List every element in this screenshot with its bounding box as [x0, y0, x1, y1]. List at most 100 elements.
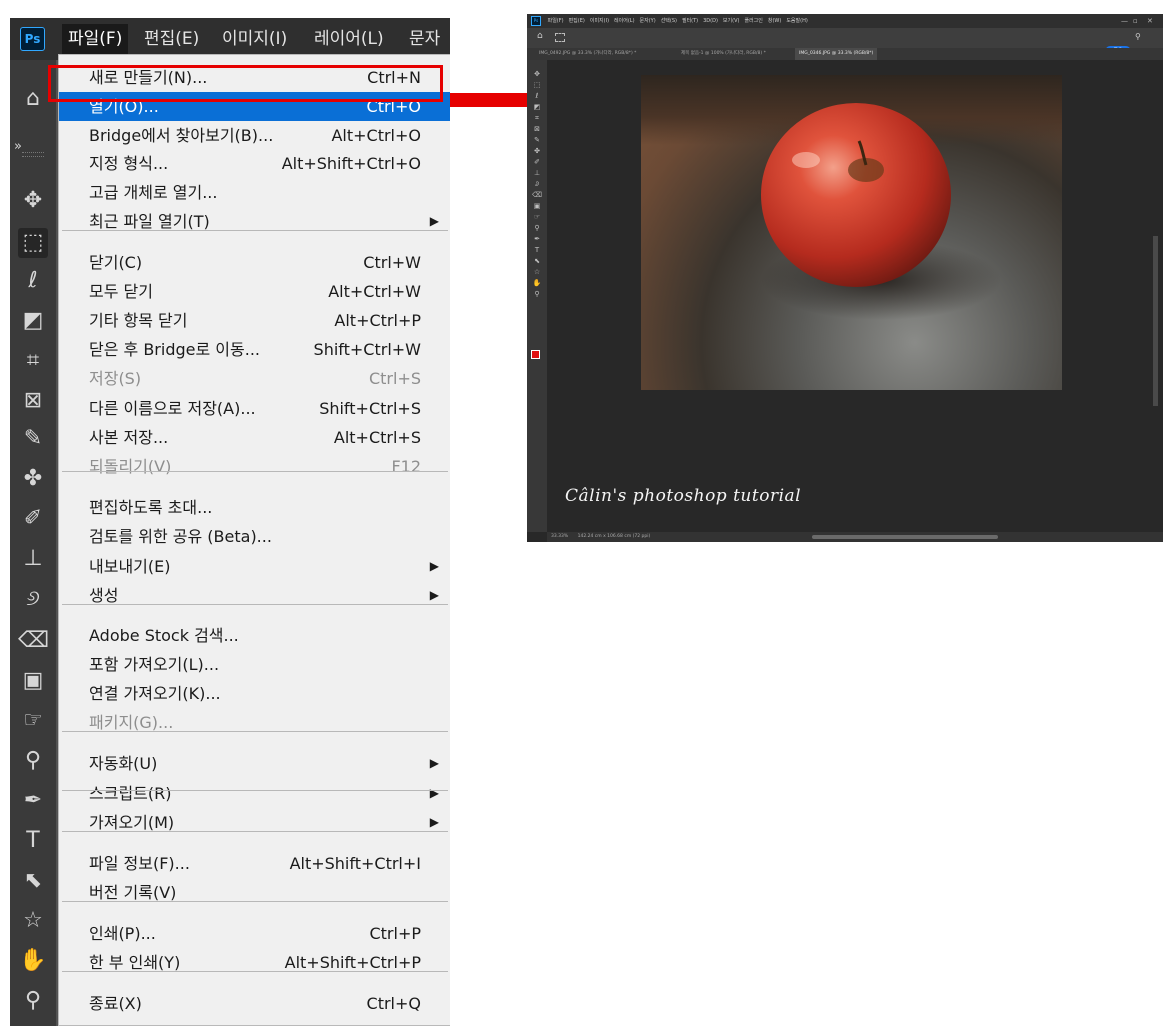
shape-tool-icon[interactable]: ☆ [18, 906, 48, 936]
preview-menu-item[interactable]: 플러그인 [744, 18, 762, 24]
menu-item[interactable]: 스크립트(R) ▶ [59, 779, 450, 808]
preview-tool-icon[interactable]: ✎ [532, 136, 542, 144]
preview-tool-icon[interactable]: ⬚ [532, 81, 542, 89]
menu-item[interactable]: 패키지(G)... [59, 708, 450, 737]
frame-tool-icon[interactable]: ⊠ [18, 386, 48, 416]
menu-item[interactable]: 자동화(U) ▶ [59, 749, 450, 778]
menu-item[interactable]: Bridge에서 찾아보기(B)... Alt+Ctrl+O [59, 121, 450, 150]
preview-tool-icon[interactable]: ℓ [532, 92, 542, 100]
hand-tool-icon[interactable]: ✋ [18, 946, 48, 976]
marquee-tool-icon[interactable]: ⬚ [18, 228, 48, 258]
menu-item[interactable]: 닫기(C) Ctrl+W [59, 248, 450, 277]
preview-tool-icon[interactable]: ୬ [532, 180, 542, 188]
dodge-tool-icon[interactable]: ⚲ [18, 746, 48, 776]
lasso-tool-icon[interactable]: ℓ [18, 266, 48, 296]
tab-img-0346[interactable]: IMG_0346.JPG @ 33.3% (RGB/8*) [795, 48, 878, 60]
object-select-tool-icon[interactable]: ◩ [18, 306, 48, 336]
menu-item[interactable]: 파일 정보(F)... Alt+Shift+Ctrl+I [59, 849, 450, 878]
tab-img-0492[interactable]: IMG_0492.JPG @ 33.3% (가나다라, RGB/8*) * [535, 48, 640, 60]
menu-item[interactable]: 닫은 후 Bridge로 이동... Shift+Ctrl+W [59, 335, 450, 364]
status-zoom[interactable]: 33.33% [551, 534, 568, 539]
preview-search-icon[interactable]: ⚲ [1135, 32, 1141, 41]
menu-file[interactable]: 파일(F) [62, 24, 129, 54]
preview-tool-icon[interactable]: ✥ [532, 70, 542, 78]
preview-tool-icon[interactable]: ⚲ [532, 224, 542, 232]
menu-item[interactable]: 검토를 위한 공유 (Beta)... [59, 522, 450, 551]
preview-tool-icon[interactable]: ▣ [532, 202, 542, 210]
menu-image[interactable]: 이미지(I) [216, 24, 293, 54]
eraser-tool-icon[interactable]: ⌫ [18, 626, 49, 656]
preview-tool-icon[interactable]: ✒ [532, 235, 542, 243]
maximize-icon[interactable]: ▫ [1133, 14, 1138, 28]
preview-menu-item[interactable]: 문자(Y) [640, 18, 656, 24]
menu-layer[interactable]: 레이어(L) [308, 24, 390, 54]
preview-home-icon[interactable]: ⌂ [537, 31, 543, 41]
preview-tool-icon[interactable]: ✋ [532, 279, 542, 287]
healing-brush-tool-icon[interactable]: ✤ [18, 464, 48, 494]
menu-item[interactable]: 되돌리기(V) F12 [59, 452, 450, 481]
minimize-icon[interactable]: — [1121, 14, 1128, 28]
home-icon[interactable]: ⌂ [18, 84, 48, 114]
preview-tool-icon[interactable]: T [532, 246, 542, 254]
expand-icon[interactable]: » [14, 132, 44, 162]
menu-item[interactable]: 생성 ▶ [59, 581, 450, 610]
menu-item[interactable]: 버전 기록(V) [59, 878, 450, 907]
menu-item[interactable]: 편집하도록 초대... [59, 493, 450, 522]
tab-untitled-1[interactable]: 제목 없음-1 @ 100% (가나다라, RGB/8) * [677, 48, 770, 60]
menu-item[interactable]: 내보내기(E) ▶ [59, 552, 450, 581]
preview-tool-icon[interactable]: ☞ [532, 213, 542, 221]
menu-item[interactable]: 한 부 인쇄(Y) Alt+Shift+Ctrl+P [59, 948, 450, 977]
pen-tool-icon[interactable]: ✒ [18, 786, 48, 816]
menu-item[interactable]: 사본 저장... Alt+Ctrl+S [59, 423, 450, 452]
menu-edit[interactable]: 편집(E) [138, 24, 205, 54]
brush-tool-icon[interactable]: ✐ [18, 504, 48, 534]
foreground-color-swatch[interactable] [531, 350, 540, 359]
menu-item[interactable]: 가져오기(M) ▶ [59, 808, 450, 837]
preview-tool-icon[interactable]: ⌗ [532, 114, 542, 122]
preview-menu-item[interactable]: 편집(E) [569, 18, 585, 24]
preview-tool-icon[interactable]: ⬉ [532, 257, 542, 265]
preview-menu-item[interactable]: 창(W) [768, 18, 781, 24]
preview-menu-item[interactable]: 레이어(L) [614, 18, 635, 24]
path-select-tool-icon[interactable]: ⬉ [18, 866, 48, 896]
menu-item[interactable]: 고급 개체로 열기... [59, 178, 450, 207]
menu-item[interactable]: 기타 항목 닫기 Alt+Ctrl+P [59, 306, 450, 335]
preview-tool-icon[interactable]: ⊥ [532, 169, 542, 177]
preview-menu-item[interactable]: 이미지(I) [590, 18, 609, 24]
preview-tool-icon[interactable]: ⚲ [532, 290, 542, 298]
menu-item[interactable]: 다른 이름으로 저장(A)... Shift+Ctrl+S [59, 394, 450, 423]
panel-grip[interactable] [22, 152, 44, 157]
gradient-tool-icon[interactable]: ▣ [18, 666, 48, 696]
menu-item[interactable]: 지정 형식... Alt+Shift+Ctrl+O [59, 149, 450, 178]
preview-menu-item[interactable]: 도움말(H) [786, 18, 807, 24]
menu-item[interactable]: 포함 가져오기(L)... [59, 650, 450, 679]
preview-tool-icon[interactable]: ✐ [532, 158, 542, 166]
menu-item[interactable]: 저장(S) Ctrl+S [59, 364, 450, 393]
preview-menu-item[interactable]: 파일(F) [548, 18, 564, 24]
preview-marquee-icon[interactable] [555, 33, 565, 42]
close-icon[interactable]: ✕ [1147, 14, 1153, 28]
preview-menu-item[interactable]: 필터(T) [682, 18, 698, 24]
preview-menu-item[interactable]: 보기(V) [723, 18, 740, 24]
preview-menu-item[interactable]: 선택(S) [661, 18, 677, 24]
eyedropper-tool-icon[interactable]: ✎ [18, 424, 48, 454]
preview-tool-icon[interactable]: ✤ [532, 147, 542, 155]
menu-item[interactable]: 최근 파일 열기(T) ▶ [59, 207, 450, 236]
zoom-tool-icon[interactable]: ⚲ [18, 986, 48, 1016]
menu-item[interactable]: 연결 가져오기(K)... [59, 679, 450, 708]
move-tool-icon[interactable]: ✥ [18, 186, 48, 216]
crop-tool-icon[interactable]: ⌗ [18, 346, 48, 376]
preview-tool-icon[interactable]: ⊠ [532, 125, 542, 133]
menu-item[interactable]: 종료(X) Ctrl+Q [59, 989, 450, 1018]
horizontal-scrollbar[interactable] [812, 535, 998, 539]
preview-tool-icon[interactable]: ◩ [532, 103, 542, 111]
preview-tool-icon[interactable]: ⌫ [532, 191, 542, 199]
menu-item[interactable]: 모두 닫기 Alt+Ctrl+W [59, 277, 450, 306]
preview-menu-item[interactable]: 3D(D) [703, 18, 718, 24]
vertical-scrollbar[interactable] [1153, 236, 1158, 406]
menu-item[interactable]: Adobe Stock 검색... [59, 621, 450, 650]
menu-item[interactable]: 인쇄(P)... Ctrl+P [59, 919, 450, 948]
stamp-tool-icon[interactable]: ⊥ [18, 544, 48, 574]
smudge-tool-icon[interactable]: ☞ [18, 706, 48, 736]
menu-type[interactable]: 문자 [403, 24, 446, 54]
